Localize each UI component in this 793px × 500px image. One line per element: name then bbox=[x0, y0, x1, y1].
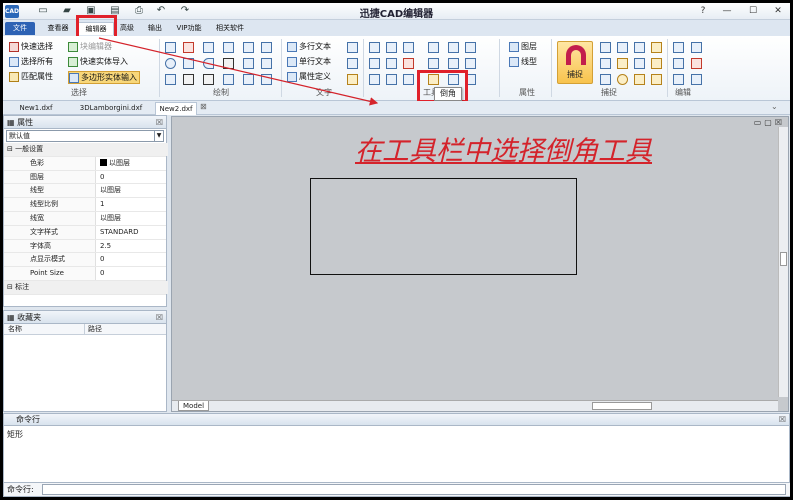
annotation-arrow bbox=[98, 37, 379, 106]
app-window: CAD ▭ ▰ ▣ ▤ ⎙ ↶ ↷ 迅捷CAD编辑器 ? — ☐ ✕ 文件 查看… bbox=[3, 3, 790, 497]
